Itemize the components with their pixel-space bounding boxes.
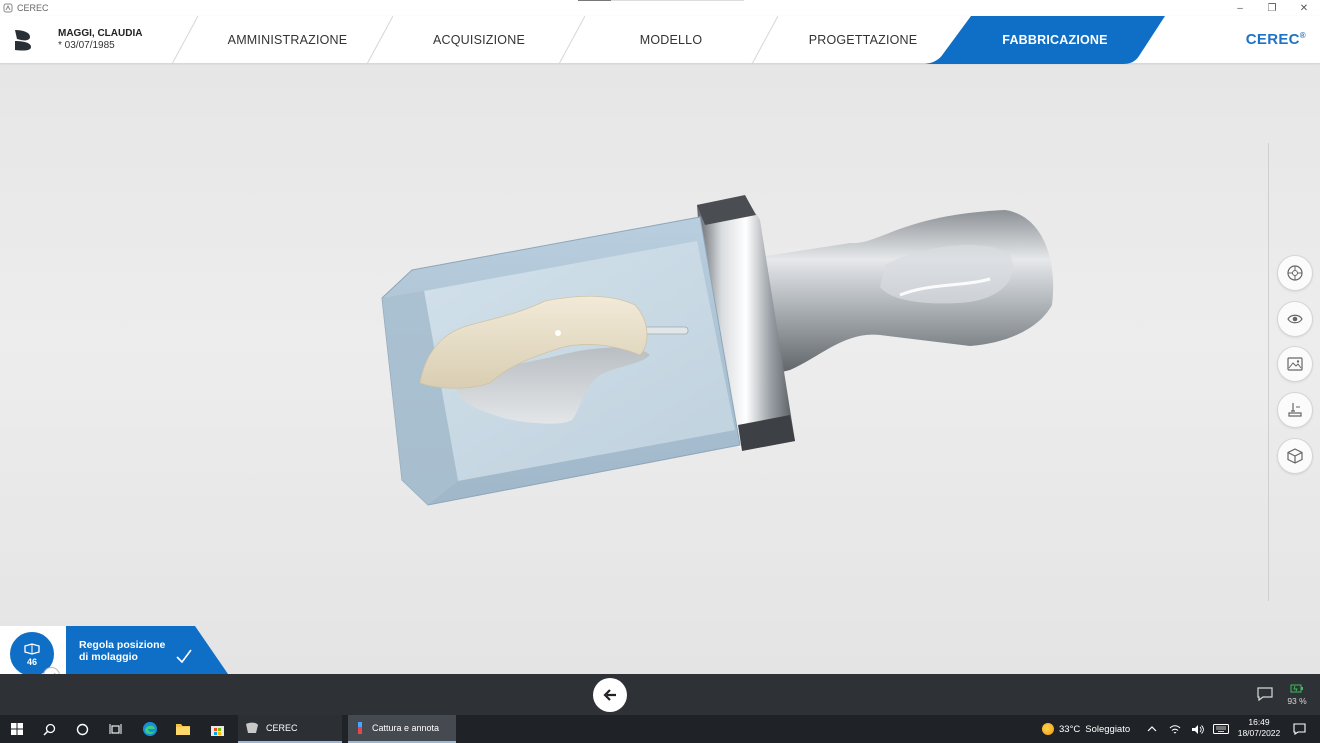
tooth-selector-icon <box>1287 265 1303 281</box>
notifications-button[interactable] <box>1286 715 1312 743</box>
image-view-button[interactable] <box>1277 346 1313 382</box>
tool-panel-divider <box>1268 143 1269 601</box>
arrow-left-icon <box>603 689 616 701</box>
taskbar-app-label: CEREC <box>266 723 298 733</box>
battery-indicator: 93 % <box>1284 684 1310 706</box>
bottom-toolbar <box>0 674 1320 715</box>
sprue-tool-button[interactable] <box>1277 392 1313 428</box>
tooth-selector-button[interactable] <box>1277 255 1313 291</box>
title-progress-line <box>578 0 744 1</box>
edge-browser-button[interactable] <box>133 715 167 743</box>
windows-taskbar: CEREC Cattura e annota 33°C Soleggiato 1… <box>0 715 1320 743</box>
workflow-steps: AMMINISTRAZIONE ACQUISIZIONE MODELLO PRO… <box>0 16 1320 64</box>
cerec-brand: CEREC® <box>1246 31 1306 48</box>
file-explorer-button[interactable] <box>166 715 200 743</box>
app-header: MAGGI, CLAUDIA * 03/07/1985 AMMINISTRAZI… <box>0 16 1320 64</box>
chat-icon[interactable] <box>1256 686 1274 702</box>
notification-icon <box>1292 723 1306 735</box>
cube-view-icon <box>1287 448 1303 464</box>
keyboard-button[interactable] <box>1208 715 1234 743</box>
restore-button[interactable]: ❐ <box>1256 0 1288 16</box>
tab-acquisizione[interactable]: ACQUISIZIONE <box>390 16 568 64</box>
keyboard-icon <box>1213 724 1229 734</box>
taskbar-clock[interactable]: 16:49 18/07/2022 <box>1237 717 1281 739</box>
minimize-button[interactable]: – <box>1224 0 1256 16</box>
taskbar-app-snip[interactable]: Cattura e annota <box>348 715 456 743</box>
sun-icon <box>1042 723 1054 735</box>
search-icon <box>42 723 55 736</box>
clock-time: 16:49 <box>1248 717 1270 727</box>
start-button[interactable] <box>0 715 34 743</box>
volume-button[interactable] <box>1186 715 1208 743</box>
back-button[interactable] <box>593 678 627 712</box>
battery-icon <box>1290 684 1303 693</box>
tab-progettazione[interactable]: PROGETTAZIONE <box>775 16 951 64</box>
milling-block-icon <box>24 642 40 655</box>
visibility-button[interactable] <box>1277 301 1313 337</box>
task-view-button[interactable] <box>98 715 132 743</box>
step-label-line2: di molaggio <box>79 651 138 663</box>
tab-modello[interactable]: MODELLO <box>582 16 760 64</box>
search-button[interactable] <box>32 715 66 743</box>
task-view-icon <box>109 723 121 734</box>
tray-expand-button[interactable] <box>1140 715 1164 743</box>
battery-percent: 93 % <box>1287 696 1307 706</box>
tab-amministrazione[interactable]: AMMINISTRAZIONE <box>195 16 380 64</box>
step-label-line1: Regola posizione <box>79 639 166 651</box>
taskbar-app-label: Cattura e annota <box>372 723 440 733</box>
eye-icon <box>1287 314 1303 324</box>
sprue-tool-icon <box>1288 403 1302 417</box>
cube-view-button[interactable] <box>1277 438 1313 474</box>
clock-date: 18/07/2022 <box>1237 728 1281 738</box>
cerec-taskbar-icon <box>246 722 258 733</box>
network-button[interactable] <box>1164 715 1186 743</box>
brand-mark: ® <box>1299 31 1306 40</box>
weather-temperature: 33°C <box>1059 723 1081 735</box>
weather-widget[interactable]: 33°C Soleggiato <box>1042 715 1130 743</box>
folder-icon <box>176 724 190 735</box>
taskbar-app-cerec[interactable]: CEREC <box>238 715 342 743</box>
chevron-up-icon <box>1147 726 1157 732</box>
cortana-icon <box>76 723 88 735</box>
window-titlebar: CEREC – ❐ ✕ <box>0 0 1320 16</box>
cerec-app-icon <box>3 3 13 13</box>
store-icon <box>210 725 224 736</box>
snip-sketch-icon <box>358 722 362 734</box>
tab-fabbricazione[interactable]: FABBRICAZIONE <box>960 16 1150 64</box>
window-title: CEREC <box>17 3 49 13</box>
speaker-icon <box>1191 724 1204 734</box>
store-button[interactable] <box>200 715 234 743</box>
cortana-button[interactable] <box>65 715 99 743</box>
weather-condition: Soleggiato <box>1085 723 1131 735</box>
current-step-label: Regola posizione di molaggio <box>79 639 165 663</box>
wifi-icon <box>1169 724 1181 733</box>
3d-viewport[interactable] <box>0 65 1320 674</box>
tooth-number: 46 <box>26 656 37 667</box>
milling-block-model[interactable] <box>0 65 1320 674</box>
close-button[interactable]: ✕ <box>1288 0 1320 16</box>
edge-icon <box>143 722 157 736</box>
step-separator <box>171 16 198 64</box>
windows-logo-icon <box>11 723 23 735</box>
image-view-icon <box>1287 357 1303 371</box>
brand-text: CEREC <box>1245 31 1300 48</box>
